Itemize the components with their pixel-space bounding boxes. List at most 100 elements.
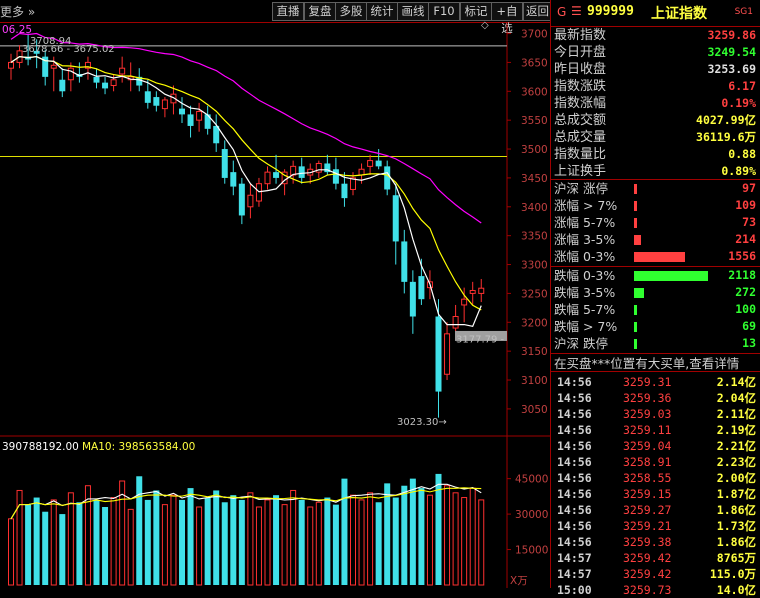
quote-label: 昨日收盘 (554, 62, 607, 77)
diamond-icon[interactable]: ◇ (481, 20, 489, 31)
candle-body (418, 276, 425, 300)
candle-body (67, 67, 74, 81)
volume-bar (461, 497, 468, 586)
index-code: 999999 (587, 4, 634, 19)
quote-row: 今日开盘 3249.54 (551, 44, 759, 61)
volume-bar (273, 495, 280, 585)
high-annotation: 3678.66 - 3675.02 (22, 44, 115, 55)
price-axis-label: 3700 (521, 29, 548, 41)
candle-body (375, 160, 382, 167)
volume-bar (238, 499, 245, 585)
tick-price: 3259.03 (623, 407, 672, 421)
current-price-tag: 3177.79 - (456, 334, 505, 345)
candle-body (298, 166, 305, 178)
breadth-row[interactable]: 涨幅 > 7% 109 (551, 197, 759, 214)
tick-row: 14:56 3259.27 1.86亿 (551, 502, 759, 518)
tick-price: 3259.31 (623, 375, 672, 389)
breadth-value: 13 (742, 336, 756, 350)
volume-bar (418, 488, 425, 585)
tick-price: 3258.91 (623, 455, 672, 469)
volume-bar (478, 499, 485, 586)
volume-bar (307, 506, 314, 586)
tick-row: 14:56 3259.11 2.19亿 (551, 422, 759, 438)
breadth-row[interactable]: 跌幅 0-3% 2118 (551, 267, 759, 284)
candle-body (59, 79, 66, 92)
tick-volume: 2.14亿 (716, 375, 756, 389)
breadth-value: 272 (735, 285, 756, 299)
candle-body (469, 290, 476, 294)
volume-bar (469, 487, 476, 586)
big-order-notice[interactable]: 在买盘***位置有大买单,查看详情 (551, 353, 760, 372)
volume-bar (76, 502, 83, 585)
breadth-row[interactable]: 涨幅 5-7% 73 (551, 214, 759, 231)
breadth-bar (634, 184, 637, 194)
quote-label: 最新指数 (554, 28, 607, 43)
breadth-row[interactable]: 沪深 跌停 13 (551, 335, 759, 352)
breadth-bar (634, 235, 642, 245)
menu-icon[interactable]: ☰ (571, 4, 582, 18)
breadth-row[interactable]: 沪深 涨停 97 (551, 180, 759, 197)
volume-bar (110, 497, 117, 586)
price-axis-label: 3650 (521, 57, 548, 69)
price-axis-label: 3350 (521, 231, 548, 243)
volume-bar (350, 494, 356, 586)
tick-volume: 14.0亿 (716, 583, 756, 597)
tick-time: 15:00 (557, 583, 592, 597)
breadth-row[interactable]: 涨幅 3-5% 214 (551, 231, 759, 248)
volume-bar (102, 507, 109, 585)
tick-volume: 1.86亿 (716, 503, 756, 517)
candle-body (444, 333, 451, 375)
tick-volume: 1.87亿 (716, 487, 756, 501)
breadth-label: 涨幅 0-3% (554, 249, 616, 264)
tick-price: 3259.36 (623, 391, 672, 405)
volume-bar (119, 480, 126, 586)
breadth-value: 1556 (728, 249, 756, 263)
tick-row: 14:57 3259.42 8765万 (551, 550, 759, 566)
index-name: 上证指数 (651, 6, 707, 22)
volume-bar (25, 504, 32, 585)
volume-bar (187, 488, 194, 585)
volume-ma10-label: MA10: 398563584.00 (82, 441, 195, 453)
quote-label: 总成交额 (554, 113, 607, 128)
breadth-row[interactable]: 跌幅 5-7% 100 (551, 301, 759, 318)
quote-row: 指数量比 0.88 (551, 146, 759, 163)
ma-value-label: 06.25 (2, 24, 32, 36)
tick-row: 14:57 3259.42 115.0万 (551, 566, 759, 582)
breadth-row[interactable]: 涨幅 0-3% 1556 (551, 248, 759, 265)
breadth-row[interactable]: 跌幅 3-5% 272 (551, 284, 759, 301)
quote-value: 3253.69 (707, 62, 756, 76)
tick-price: 3259.11 (623, 423, 672, 437)
breadth-bar (634, 339, 637, 349)
tick-row: 14:56 3259.15 1.87亿 (551, 486, 759, 502)
candle-body (461, 298, 468, 306)
tick-volume: 2.11亿 (716, 407, 756, 421)
volume-bar (444, 485, 451, 586)
volume-bar (281, 504, 288, 586)
quote-value: 0.19% (721, 96, 756, 110)
volume-bar (298, 499, 305, 585)
kline-chart[interactable]: 3700 3650 3600 3550 3500 3450 3400 3350 3300 3250… (0, 0, 550, 588)
group-tag[interactable]: G (557, 5, 566, 19)
breadth-row[interactable]: 跌幅 > 7% 69 (551, 318, 759, 335)
ma20-line (10, 32, 482, 224)
volume-bar (136, 476, 143, 585)
breadth-label: 跌幅 3-5% (554, 285, 616, 300)
candle-body (221, 149, 228, 178)
price-axis-label: 3250 (521, 288, 548, 300)
candle-body (153, 97, 160, 106)
quote-row: 总成交额 4027.99亿 (551, 112, 759, 129)
candle-body (435, 316, 442, 392)
tick-volume: 2.04亿 (716, 391, 756, 405)
candle-body (452, 316, 459, 329)
quote-row: 最新指数 3259.86 (551, 27, 759, 44)
volume-bar (170, 494, 177, 586)
tick-time: 14:56 (557, 487, 592, 501)
volume-bar (127, 508, 134, 586)
volume-bar (367, 492, 374, 586)
candle-body (196, 111, 203, 121)
quote-label: 上证换手 (554, 164, 607, 179)
quote-label: 指数涨幅 (554, 96, 607, 111)
tick-price: 3259.27 (623, 503, 672, 517)
tick-volume: 2.23亿 (716, 455, 756, 469)
volume-bar (426, 494, 433, 586)
